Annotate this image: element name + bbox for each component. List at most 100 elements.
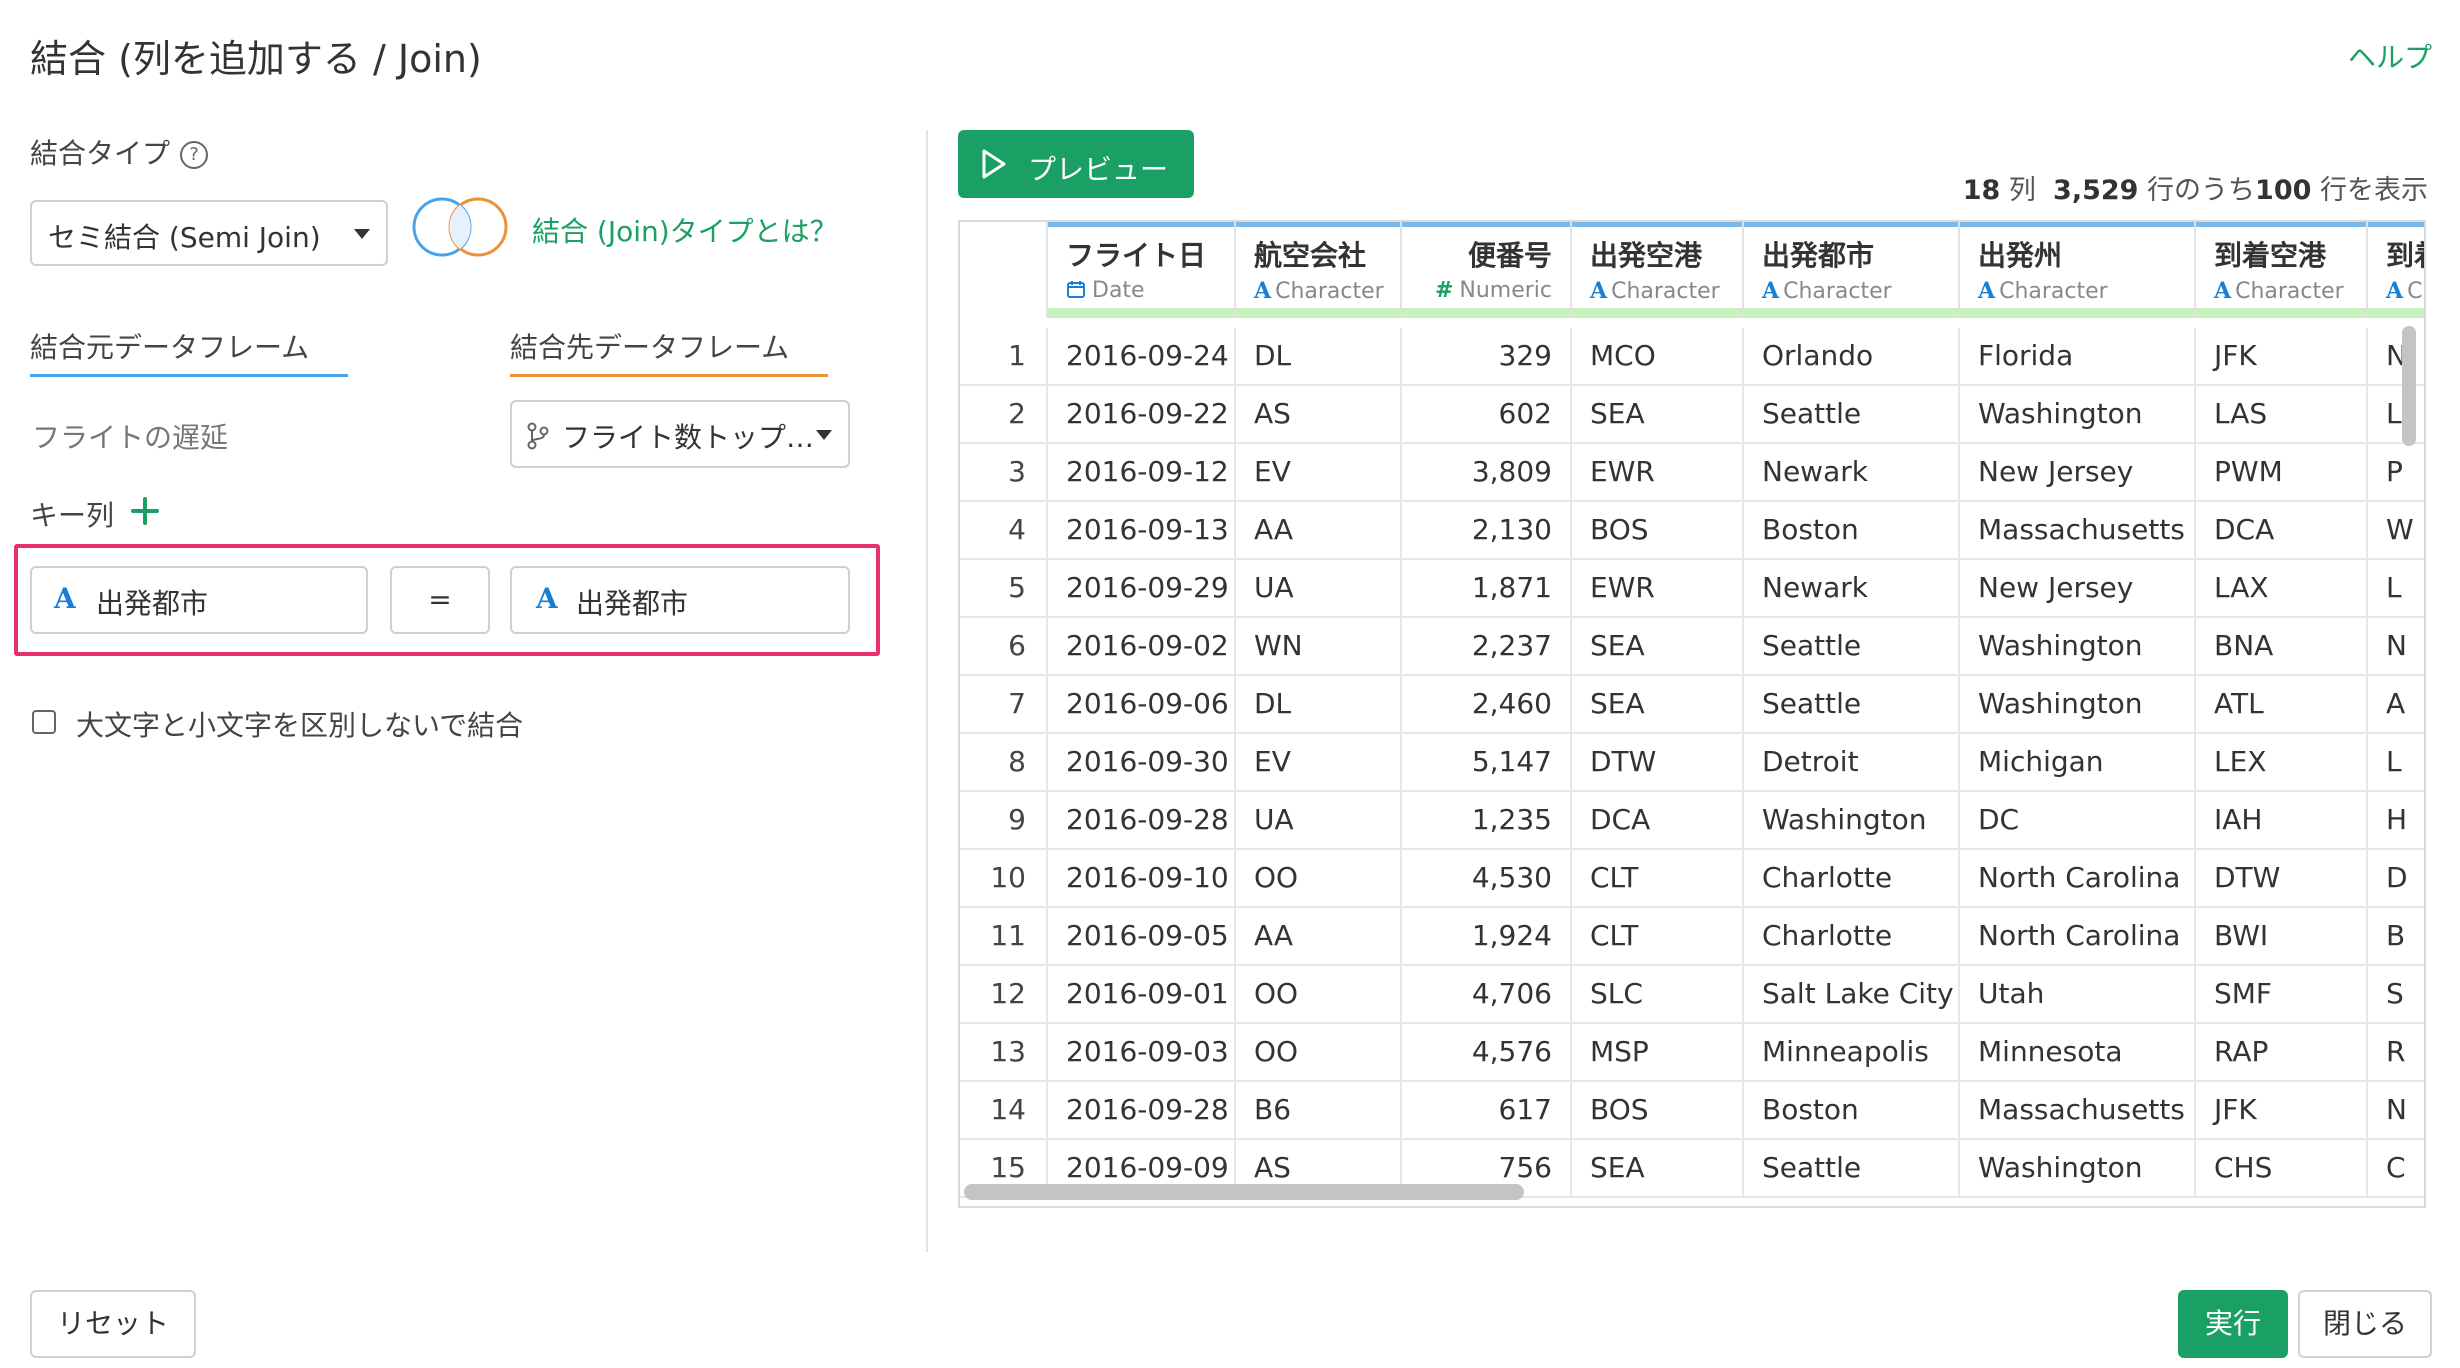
table-cell[interactable]: 2016-09-29 (1048, 560, 1236, 618)
table-cell[interactable]: Charlotte (1744, 908, 1960, 966)
column-header[interactable]: 便番号 # Numeric (1402, 222, 1572, 318)
table-cell[interactable]: Newark (1744, 444, 1960, 502)
table-cell[interactable]: W (2368, 502, 2424, 560)
table-row[interactable]: 7 2016-09-06 DL 2,460 SEA Seattle Washington AT… (960, 676, 2424, 734)
table-cell[interactable]: S (2368, 966, 2424, 1024)
preview-table[interactable]: フライト日 Date 航空会社 A Character 便番号 # Numeric 出発空港 A C… (958, 220, 2426, 1208)
table-cell[interactable]: SEA (1572, 386, 1744, 444)
column-header[interactable]: 出発州 A Character (1960, 222, 2196, 318)
table-cell[interactable]: L (2368, 386, 2424, 444)
table-cell[interactable]: OO (1236, 850, 1402, 908)
tab-target-frame[interactable]: 結合先データフレーム (510, 326, 789, 366)
table-cell[interactable]: RAP (2196, 1024, 2368, 1082)
table-cell[interactable]: H (2368, 792, 2424, 850)
table-cell[interactable]: UA (1236, 792, 1402, 850)
reset-button[interactable]: リセット (30, 1290, 196, 1358)
column-header[interactable]: 到着 ACl (2368, 222, 2424, 318)
table-cell[interactable]: SEA (1572, 618, 1744, 676)
table-cell[interactable]: 2016-09-02 (1048, 618, 1236, 676)
table-cell[interactable]: WN (1236, 618, 1402, 676)
table-cell[interactable]: New Jersey (1960, 560, 2196, 618)
table-row[interactable]: 8 2016-09-30 EV 5,147 DTW Detroit Michigan LEX L (960, 734, 2424, 792)
table-cell[interactable]: New Jersey (1960, 444, 2196, 502)
table-cell[interactable]: L (2368, 560, 2424, 618)
table-cell[interactable]: 1,235 (1402, 792, 1572, 850)
table-row[interactable]: 3 2016-09-12 EV 3,809 EWR Newark New Jersey PWM… (960, 444, 2424, 502)
table-cell[interactable]: 2,460 (1402, 676, 1572, 734)
table-cell[interactable]: Washington (1960, 1140, 2196, 1198)
ignore-case-checkbox[interactable] (32, 710, 56, 734)
table-cell[interactable]: PWM (2196, 444, 2368, 502)
table-cell[interactable]: 2016-09-06 (1048, 676, 1236, 734)
table-cell[interactable]: Orlando (1744, 328, 1960, 386)
table-cell[interactable]: OO (1236, 1024, 1402, 1082)
table-cell[interactable]: DCA (2196, 502, 2368, 560)
table-cell[interactable]: LEX (2196, 734, 2368, 792)
table-cell[interactable]: BOS (1572, 1082, 1744, 1140)
question-circle-icon[interactable]: ? (180, 141, 209, 169)
table-cell[interactable]: EWR (1572, 444, 1744, 502)
join-type-select[interactable]: セミ結合 (Semi Join) (30, 200, 388, 266)
table-cell[interactable]: 2016-09-10 (1048, 850, 1236, 908)
table-cell[interactable]: Washington (1960, 676, 2196, 734)
table-cell[interactable]: 2016-09-12 (1048, 444, 1236, 502)
table-cell[interactable]: N (2368, 328, 2424, 386)
table-cell[interactable]: North Carolina (1960, 908, 2196, 966)
table-cell[interactable]: Minnesota (1960, 1024, 2196, 1082)
table-cell[interactable]: EV (1236, 444, 1402, 502)
table-cell[interactable]: LAS (2196, 386, 2368, 444)
table-cell[interactable]: Salt Lake City (1744, 966, 1960, 1024)
table-cell[interactable]: IAH (2196, 792, 2368, 850)
table-cell[interactable]: 1,871 (1402, 560, 1572, 618)
right-key-column-select[interactable]: A 出発都市 (510, 566, 850, 634)
table-cell[interactable]: BNA (2196, 618, 2368, 676)
table-cell[interactable]: 617 (1402, 1082, 1572, 1140)
table-cell[interactable]: 2016-09-28 (1048, 792, 1236, 850)
table-cell[interactable]: CLT (1572, 908, 1744, 966)
table-cell[interactable]: Seattle (1744, 1140, 1960, 1198)
column-header[interactable]: 出発都市 A Character (1744, 222, 1960, 318)
table-cell[interactable]: LAX (2196, 560, 2368, 618)
tab-source-frame[interactable]: 結合元データフレーム (30, 326, 309, 366)
table-row[interactable]: 12 2016-09-01 OO 4,706 SLC Salt Lake City Utah… (960, 966, 2424, 1024)
table-cell[interactable]: A (2368, 676, 2424, 734)
table-cell[interactable]: Newark (1744, 560, 1960, 618)
table-cell[interactable]: BWI (2196, 908, 2368, 966)
table-cell[interactable]: Boston (1744, 502, 1960, 560)
table-cell[interactable]: JFK (2196, 328, 2368, 386)
column-header[interactable]: フライト日 Date (1048, 222, 1236, 318)
table-row[interactable]: 5 2016-09-29 UA 1,871 EWR Newark New Jersey LAX… (960, 560, 2424, 618)
table-cell[interactable]: 1,924 (1402, 908, 1572, 966)
table-cell[interactable]: DL (1236, 676, 1402, 734)
run-button[interactable]: 実行 (2178, 1290, 2288, 1358)
table-row[interactable]: 13 2016-09-03 OO 4,576 MSP Minneapolis Minneso… (960, 1024, 2424, 1082)
table-cell[interactable]: Seattle (1744, 676, 1960, 734)
table-cell[interactable]: C (2368, 1140, 2424, 1198)
table-cell[interactable]: SEA (1572, 676, 1744, 734)
table-cell[interactable]: B (2368, 908, 2424, 966)
column-header[interactable]: 到着空港 A Character (2196, 222, 2368, 318)
table-cell[interactable]: 4,576 (1402, 1024, 1572, 1082)
table-cell[interactable]: 2016-09-03 (1048, 1024, 1236, 1082)
table-cell[interactable]: Washington (1960, 386, 2196, 444)
table-cell[interactable]: DC (1960, 792, 2196, 850)
table-cell[interactable]: Detroit (1744, 734, 1960, 792)
table-cell[interactable]: 329 (1402, 328, 1572, 386)
table-cell[interactable]: 4,530 (1402, 850, 1572, 908)
table-row[interactable]: 4 2016-09-13 AA 2,130 BOS Boston Massachusetts… (960, 502, 2424, 560)
table-cell[interactable]: 5,147 (1402, 734, 1572, 792)
table-cell[interactable]: 2016-09-24 (1048, 328, 1236, 386)
table-cell[interactable]: P (2368, 444, 2424, 502)
table-cell[interactable]: Seattle (1744, 618, 1960, 676)
table-cell[interactable]: 2016-09-05 (1048, 908, 1236, 966)
table-cell[interactable]: Boston (1744, 1082, 1960, 1140)
table-cell[interactable]: Charlotte (1744, 850, 1960, 908)
table-cell[interactable]: EV (1236, 734, 1402, 792)
table-cell[interactable]: Florida (1960, 328, 2196, 386)
table-cell[interactable]: Michigan (1960, 734, 2196, 792)
table-cell[interactable]: 2,130 (1402, 502, 1572, 560)
table-cell[interactable]: 3,809 (1402, 444, 1572, 502)
table-cell[interactable]: 4,706 (1402, 966, 1572, 1024)
preview-button[interactable]: プレビュー (958, 130, 1194, 198)
table-cell[interactable]: N (2368, 618, 2424, 676)
